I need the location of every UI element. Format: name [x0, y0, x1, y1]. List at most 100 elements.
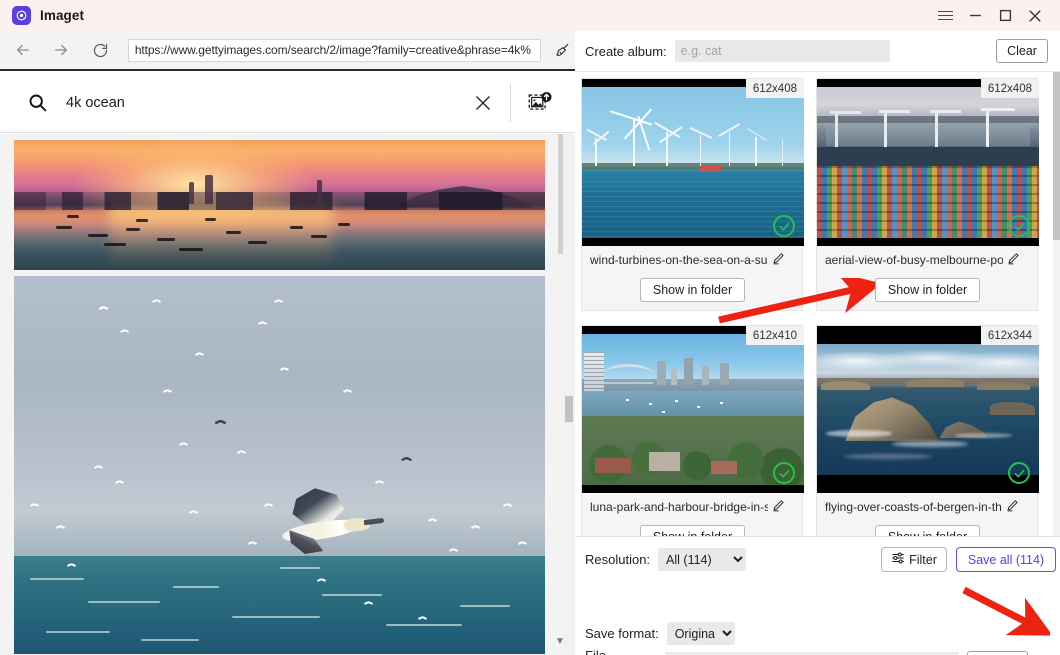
search-bar: [0, 73, 575, 133]
resolution-select[interactable]: All (114): [658, 548, 747, 571]
reload-icon[interactable]: [86, 35, 116, 65]
boat: [157, 237, 176, 241]
save-format-row: Save format: Original: [585, 622, 735, 645]
file-location-label: File location:: [585, 648, 657, 655]
image-upload-icon[interactable]: [523, 86, 557, 120]
pencil-edit-icon[interactable]: [772, 252, 785, 268]
tower-2: [189, 181, 195, 204]
thumbnail[interactable]: 612x410: [582, 326, 804, 493]
clear-x-icon[interactable]: [466, 86, 500, 120]
result-card[interactable]: 612x408 aerial-view-of-busy-melbourne-po…: [816, 78, 1039, 311]
filter-button-wrap: Filter Save all (114): [881, 547, 1056, 572]
thumbnail[interactable]: 612x344: [817, 326, 1039, 493]
app-title: Imaget: [40, 8, 85, 23]
folder-open-icon[interactable]: [1036, 651, 1060, 655]
results-grid: 612x408 wind-turbines-on-the-sea-on-a-su…: [575, 72, 1053, 556]
pencil-edit-icon[interactable]: [1006, 499, 1019, 515]
broom-clean-icon[interactable]: [549, 37, 575, 63]
show-in-folder-button[interactable]: Show in folder: [875, 278, 980, 302]
results-scrollbar[interactable]: [1053, 72, 1060, 556]
window-controls: [930, 0, 1060, 31]
splitter-grip[interactable]: [565, 396, 573, 422]
results-panel: Create album: Clear: [575, 31, 1060, 655]
thumbnail[interactable]: 612x408: [817, 79, 1039, 246]
result-card[interactable]: 612x410 luna-park-and-harbour-bridge-in-…: [581, 325, 804, 556]
resolution-badge: 612x408: [745, 79, 804, 98]
check-circle-icon[interactable]: [1008, 215, 1030, 237]
bergen-coast-art: [817, 344, 1039, 475]
imaget-app-window: Imaget https://www.gettyimages.com/searc…: [0, 0, 1060, 655]
pencil-edit-icon[interactable]: [772, 499, 785, 515]
check-circle-icon[interactable]: [773, 215, 795, 237]
sun-reflection: [109, 203, 333, 267]
boat: [88, 233, 109, 237]
save-format-label: Save format:: [585, 626, 659, 641]
save-format-select[interactable]: Original: [666, 622, 735, 645]
url-bar[interactable]: https://www.gettyimages.com/search/2/ima…: [127, 38, 542, 62]
check-circle-icon[interactable]: [773, 462, 795, 484]
filter-label: Filter: [909, 552, 937, 567]
boat: [136, 219, 149, 223]
boat: [205, 218, 217, 221]
filename-row: flying-over-coasts-of-bergen-in-th: [817, 499, 1039, 515]
container-port-art: [817, 87, 1039, 238]
create-album-input[interactable]: [674, 40, 890, 62]
resolution-badge: 612x344: [980, 326, 1039, 345]
resolution-badge: 612x410: [745, 326, 804, 345]
search-icon[interactable]: [24, 90, 50, 116]
result-card[interactable]: 612x344 flying-over-coasts-of-bergen-in-…: [816, 325, 1039, 556]
back-arrow-icon[interactable]: [8, 35, 38, 65]
close-icon[interactable]: [1020, 0, 1050, 31]
wind-turbines-art: [582, 87, 804, 238]
maximize-icon[interactable]: [990, 0, 1020, 31]
filename-text: flying-over-coasts-of-bergen-in-th: [825, 500, 1002, 514]
check-circle-icon[interactable]: [1008, 462, 1030, 484]
thumbnail[interactable]: 612x408: [582, 79, 804, 246]
resolution-row: Resolution: All (114): [585, 548, 747, 571]
filename-text: aerial-view-of-busy-melbourne-po: [825, 253, 1003, 267]
filename-row: aerial-view-of-busy-melbourne-po: [817, 252, 1039, 268]
gannet-bird: [274, 488, 385, 558]
imaget-logo-icon: [12, 6, 31, 25]
create-album-label: Create album:: [585, 43, 667, 59]
bottom-controls: Resolution: All (114) Filter Save all (1…: [575, 536, 1060, 655]
forward-arrow-icon[interactable]: [46, 35, 76, 65]
save-all-button[interactable]: Save all (114): [956, 547, 1056, 572]
tower-3: [316, 180, 322, 204]
change-location-button[interactable]: Change: [966, 651, 1029, 655]
create-album-row: Create album: Clear: [575, 31, 1060, 72]
results-scrollbar-thumb[interactable]: [1053, 72, 1060, 240]
webview-image-harbour-sunset-panorama[interactable]: [14, 140, 545, 270]
webview-image-seabirds-over-ocean[interactable]: [14, 276, 545, 654]
boat: [178, 247, 203, 251]
search-input[interactable]: [66, 94, 466, 111]
filename-text: luna-park-and-harbour-bridge-in-s: [590, 500, 768, 514]
boat: [337, 223, 350, 227]
boat: [247, 241, 267, 245]
boat: [290, 225, 304, 229]
panel-splitter[interactable]: [563, 134, 575, 655]
boat: [125, 228, 140, 232]
result-card[interactable]: 612x408 wind-turbines-on-the-sea-on-a-su…: [581, 78, 804, 311]
tall-tower: [205, 175, 214, 204]
filename-row: luna-park-and-harbour-bridge-in-s: [582, 499, 804, 515]
pencil-edit-icon[interactable]: [1007, 252, 1020, 268]
resolution-badge: 612x408: [980, 79, 1039, 98]
filename-text: wind-turbines-on-the-sea-on-a-sur: [590, 253, 768, 267]
show-in-folder-button[interactable]: Show in folder: [640, 278, 745, 302]
minimize-icon[interactable]: [960, 0, 990, 31]
file-location-row: File location: Change: [585, 648, 1060, 655]
boat: [311, 234, 328, 238]
clear-button[interactable]: Clear: [996, 39, 1048, 63]
file-location-input[interactable]: [665, 651, 959, 655]
hamburger-menu-icon[interactable]: [930, 0, 960, 31]
boat: [226, 231, 242, 234]
embedded-browser-view[interactable]: Auto Scroll: [0, 134, 575, 655]
city-skyline: [14, 192, 545, 211]
boat: [104, 242, 127, 246]
browser-toolbar: https://www.gettyimages.com/search/2/ima…: [0, 31, 575, 71]
filter-button[interactable]: Filter: [881, 547, 947, 572]
sydney-harbour-art: [582, 334, 804, 485]
url-text: https://www.gettyimages.com/search/2/ima…: [134, 43, 531, 57]
toolbar-divider: [510, 83, 511, 122]
